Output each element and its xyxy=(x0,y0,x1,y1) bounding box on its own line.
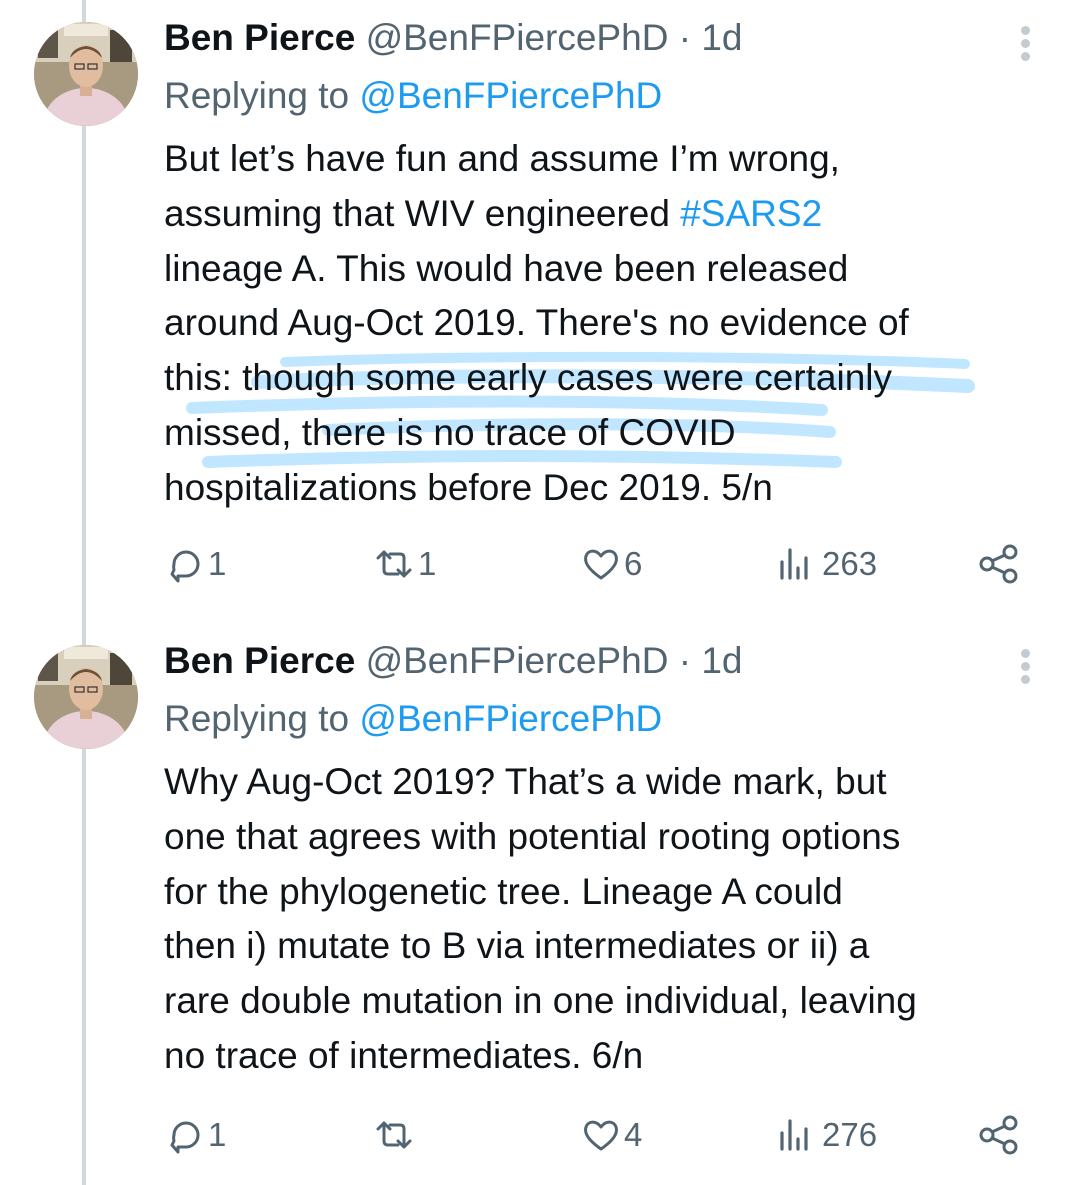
reply-count: 1 xyxy=(208,1116,227,1153)
author-name[interactable]: Ben Pierce xyxy=(164,640,355,681)
share-button[interactable] xyxy=(978,1111,1022,1159)
avatar[interactable] xyxy=(34,22,138,126)
tweet-text-line: hospitalizations before Dec 2019. 5/n xyxy=(164,461,1064,516)
author-name[interactable]: Ben Pierce xyxy=(164,17,355,58)
view-count: 276 xyxy=(822,1116,878,1153)
tweet-text-line: around Aug-Oct 2019. There's no evidence… xyxy=(164,296,1064,351)
repost-count: 1 xyxy=(418,545,437,582)
more-icon-dot xyxy=(1021,675,1030,684)
tweet[interactable]: Ben Pierce @BenFPiercePhD · 1d Replying … xyxy=(0,0,1079,620)
views-icon xyxy=(780,1119,808,1151)
tweet-text-line: Why Aug-Oct 2019? That’s a wide mark, bu… xyxy=(164,755,1064,810)
views-button[interactable]: 276 xyxy=(776,1111,877,1159)
timestamp[interactable]: 1d xyxy=(701,17,742,58)
separator-dot: · xyxy=(678,640,692,681)
text-span: assuming that WIV engineered xyxy=(164,192,681,234)
tweet-text: Why Aug-Oct 2019? That’s a wide mark, bu… xyxy=(164,755,1064,1084)
share-icon xyxy=(979,1115,1018,1155)
more-icon-dot xyxy=(1021,662,1030,671)
avatar-photo xyxy=(34,22,138,126)
repost-icon xyxy=(376,550,412,578)
tweet-text-line: then i) mutate to B via intermediates or… xyxy=(164,919,1064,974)
tweet-text-line: no trace of intermediates. 6/n xyxy=(164,1029,1064,1084)
tweet-text-line: lineage A. This would have been released xyxy=(164,242,1064,297)
text-span: no trace of intermediates. 6/n xyxy=(164,1034,644,1076)
like-count: 4 xyxy=(624,1116,643,1153)
text-span: missed, there is no trace of COVID xyxy=(164,411,736,453)
like-button[interactable]: 6 xyxy=(580,540,642,588)
reply-icon xyxy=(170,1121,200,1154)
more-options-button[interactable] xyxy=(1014,647,1038,687)
hashtag-link[interactable]: #SARS2 xyxy=(680,193,822,234)
tweet-header: Ben Pierce @BenFPiercePhD · 1d xyxy=(164,637,742,685)
tweet-text-line: rare double mutation in one individual, … xyxy=(164,974,1064,1029)
text-span: for the phylogenetic tree. Lineage A cou… xyxy=(164,870,843,912)
text-span: Why Aug-Oct 2019? That’s a wide mark, bu… xyxy=(164,761,887,802)
tweet-text-line: assuming that WIV engineered #SARS2 xyxy=(164,187,1064,242)
views-button[interactable]: 263 xyxy=(776,540,877,588)
tweet-text: But let’s have fun and assume I’m wrong,… xyxy=(164,132,1064,516)
like-button[interactable]: 4 xyxy=(580,1111,642,1159)
author-handle[interactable]: @BenFPiercePhD xyxy=(366,640,669,681)
repost-button[interactable] xyxy=(372,1111,418,1159)
text-span: this: though some early cases were certa… xyxy=(164,357,893,399)
tweet-header: Ben Pierce @BenFPiercePhD · 1d xyxy=(164,14,742,62)
text-span: lineage A. This would have been released xyxy=(164,247,849,289)
replying-to: Replying to @BenFPiercePhD xyxy=(164,695,662,743)
replying-to-handle[interactable]: @BenFPiercePhD xyxy=(359,75,662,116)
more-icon xyxy=(1021,26,1030,35)
view-count: 263 xyxy=(822,545,878,582)
share-button[interactable] xyxy=(978,540,1022,588)
text-span: rare double mutation in one individual, … xyxy=(164,980,917,1022)
author-handle[interactable]: @BenFPiercePhD xyxy=(366,17,669,58)
tweet[interactable]: Ben Pierce @BenFPiercePhD · 1d Replying … xyxy=(0,623,1079,1185)
share-icon xyxy=(979,544,1018,584)
repost-button[interactable]: 1 xyxy=(372,540,436,588)
more-icon-dot xyxy=(1021,39,1030,48)
text-span: one that agrees with potential rooting o… xyxy=(164,815,901,857)
more-icon xyxy=(1021,649,1030,658)
avatar[interactable] xyxy=(34,645,138,749)
tweet-text-line: this: though some early cases were certa… xyxy=(164,351,1064,406)
like-icon xyxy=(584,549,618,580)
tweet-text-line: But let’s have fun and assume I’m wrong, xyxy=(164,132,1064,187)
reply-button[interactable]: 1 xyxy=(166,540,226,588)
tweet-text-line: for the phylogenetic tree. Lineage A cou… xyxy=(164,865,1064,920)
replying-to-label: Replying to xyxy=(164,75,350,116)
views-icon xyxy=(780,548,808,580)
replying-to-handle[interactable]: @BenFPiercePhD xyxy=(359,698,662,739)
avatar-photo xyxy=(34,645,138,749)
separator-dot: · xyxy=(678,17,692,58)
like-icon xyxy=(584,1120,618,1151)
more-icon-dot xyxy=(1021,52,1030,61)
replying-to: Replying to @BenFPiercePhD xyxy=(164,72,662,120)
timestamp[interactable]: 1d xyxy=(701,640,742,681)
text-span: then i) mutate to B via intermediates or… xyxy=(164,925,870,967)
tweet-text-line: missed, there is no trace of COVID xyxy=(164,406,1064,461)
more-options-button[interactable] xyxy=(1014,24,1038,64)
tweet-text-line: one that agrees with potential rooting o… xyxy=(164,810,1064,865)
like-count: 6 xyxy=(624,545,643,582)
reply-icon xyxy=(170,550,200,583)
text-span: But let’s have fun and assume I’m wrong, xyxy=(164,138,840,179)
repost-icon xyxy=(376,1121,412,1149)
replying-to-label: Replying to xyxy=(164,698,350,739)
reply-button[interactable]: 1 xyxy=(166,1111,226,1159)
text-span: around Aug-Oct 2019. There's no evidence… xyxy=(164,302,909,344)
reply-count: 1 xyxy=(208,545,227,582)
text-span: hospitalizations before Dec 2019. 5/n xyxy=(164,466,773,508)
